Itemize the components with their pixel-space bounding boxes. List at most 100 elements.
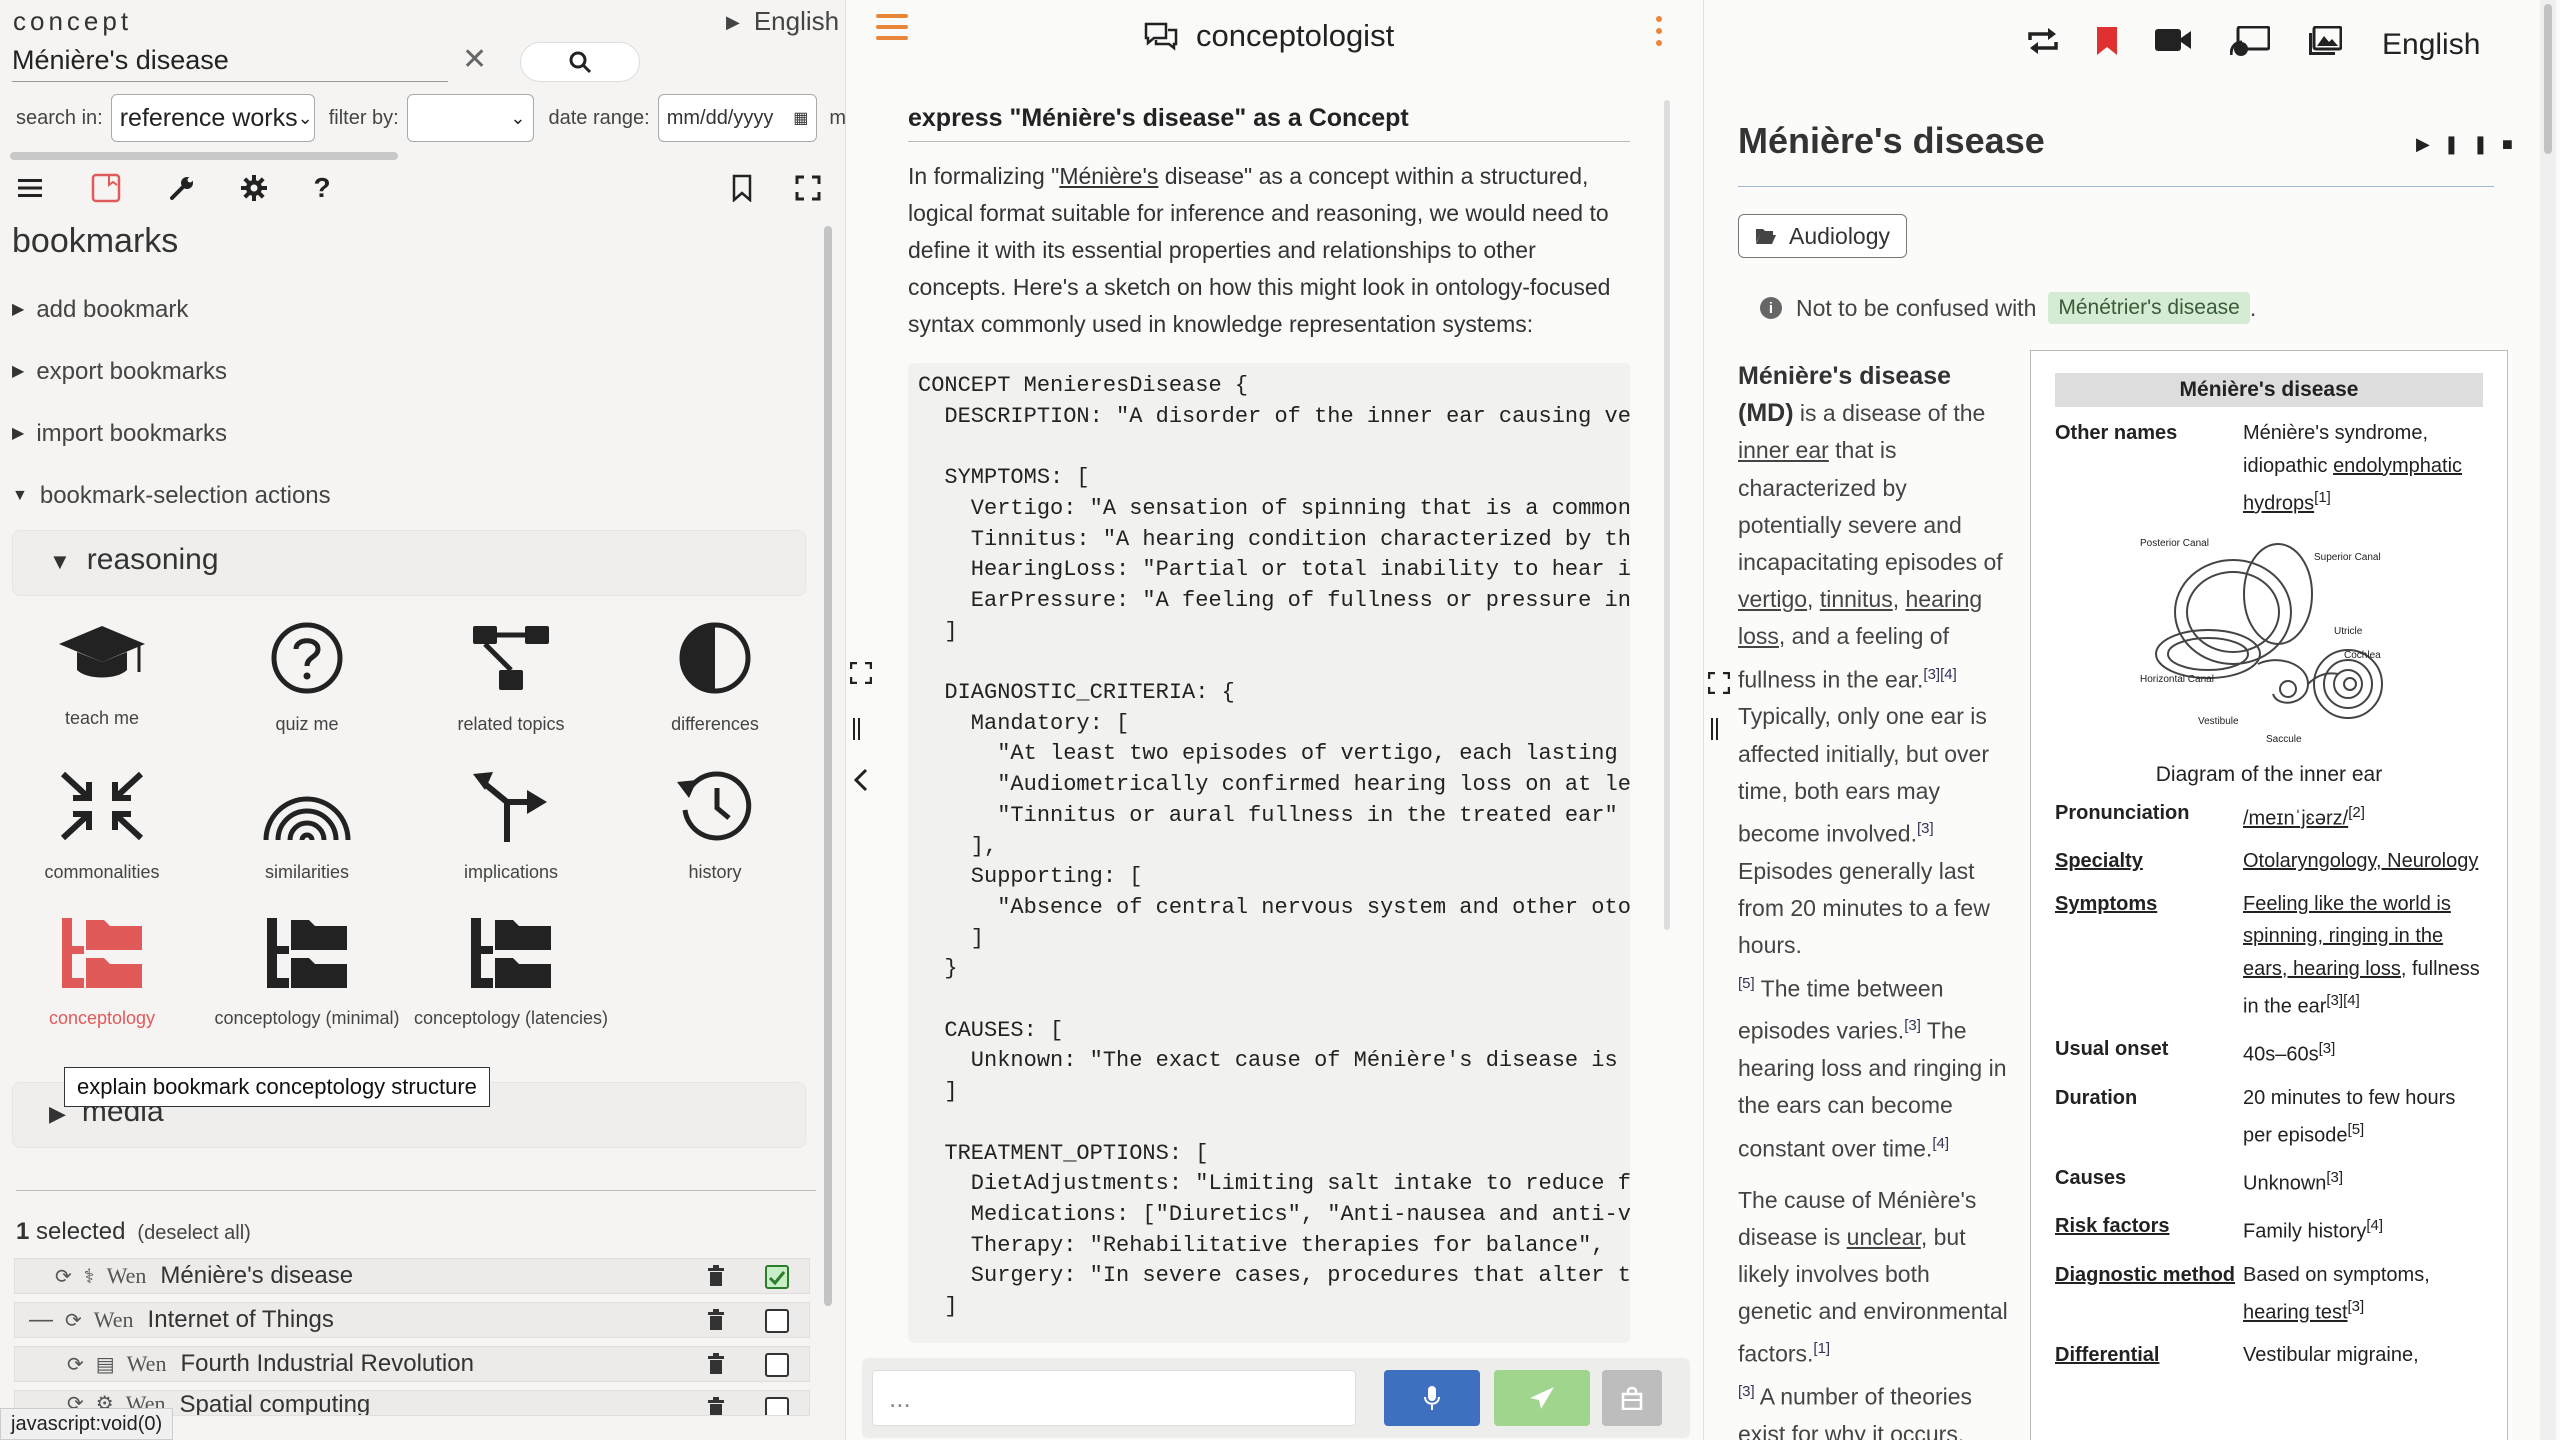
infobox-key[interactable]: Symptoms [2055, 888, 2243, 1024]
menieres-link[interactable]: Ménière's [1059, 163, 1158, 189]
search-field[interactable] [12, 40, 448, 82]
implications-button[interactable]: implications [411, 768, 611, 883]
citation[interactable]: [4] [2366, 1217, 2383, 1234]
differences-button[interactable]: differences [615, 620, 815, 735]
date-to-input[interactable]: m [829, 107, 845, 130]
citation[interactable]: [5] [1738, 975, 1755, 992]
category-tag[interactable]: Audiology [1738, 214, 1908, 258]
gear-icon[interactable] [236, 170, 272, 206]
citation[interactable]: [3] [1904, 1017, 1921, 1034]
kebab-menu-icon[interactable] [1656, 16, 1664, 52]
menetriers-link[interactable]: Ménétrier's disease [2048, 292, 2250, 324]
pause-icon[interactable]: ❚❚ [2444, 134, 2502, 154]
trash-icon[interactable] [707, 1265, 725, 1294]
list-item[interactable]: ⟳ ⚕ Wen Ménière's disease [14, 1258, 810, 1294]
citation[interactable]: [3][4] [2326, 992, 2359, 1009]
citation[interactable]: [3][4] [1923, 666, 1956, 683]
fullscreen-icon[interactable] [790, 170, 826, 206]
import-bookmarks-item[interactable]: ▶ import bookmarks [12, 420, 227, 448]
trash-icon[interactable] [707, 1353, 725, 1382]
citation[interactable]: [2] [2348, 804, 2365, 821]
unclear-link[interactable]: unclear [1847, 1224, 1921, 1250]
related-topics-button[interactable]: related topics [411, 620, 611, 735]
microphone-button[interactable] [1384, 1370, 1480, 1426]
export-bookmarks-item[interactable]: ▶ export bookmarks [12, 358, 227, 386]
citation[interactable]: [1] [1813, 1340, 1830, 1357]
citation[interactable]: [3] [2348, 1298, 2365, 1315]
trash-icon[interactable] [707, 1397, 725, 1415]
reasoning-group-header[interactable]: ▼ reasoning [12, 530, 806, 596]
stop-icon[interactable]: ■ [2502, 134, 2527, 154]
citation[interactable]: [3] [1738, 1383, 1755, 1400]
expand-icon[interactable] [1707, 671, 1731, 701]
conceptology-latencies-button[interactable]: conceptology (latencies) [411, 916, 611, 1029]
select-checkbox[interactable] [765, 1309, 789, 1333]
search-button[interactable] [520, 42, 640, 82]
citation[interactable]: [3] [2326, 1169, 2343, 1186]
vertigo-link[interactable]: vertigo [1738, 586, 1807, 612]
similarities-button[interactable]: similarities [207, 768, 407, 883]
tinnitus-link[interactable]: tinnitus [1820, 586, 1893, 612]
wrench-icon[interactable] [164, 170, 200, 206]
citation[interactable]: [4] [1932, 1135, 1949, 1152]
article-scrollbar[interactable] [2540, 0, 2556, 1440]
language-toggle[interactable]: ▶ English [726, 6, 839, 37]
trash-icon[interactable] [707, 1309, 725, 1338]
infobox-link[interactable]: /meɪnˈjɛərz/ [2243, 808, 2348, 830]
clear-search-icon[interactable]: ✕ [462, 42, 487, 77]
code-text: CONCEPT MenieresDisease { DESCRIPTION: "… [918, 371, 1630, 1323]
drag-handle-icon[interactable] [1710, 718, 1720, 747]
list-item[interactable]: ⟳ ▤ Wen Fourth Industrial Revolution [14, 1346, 810, 1382]
horizontal-scrollbar[interactable] [10, 152, 840, 160]
conceptology-minimal-button[interactable]: conceptology (minimal) [207, 916, 407, 1029]
infobox-key[interactable]: Differential [2055, 1339, 2243, 1372]
help-icon[interactable]: ? [304, 170, 340, 206]
infobox-key[interactable]: Risk factors [2055, 1210, 2243, 1248]
inner-ear-link[interactable]: inner ear [1738, 437, 1829, 463]
bookmark-icon[interactable] [724, 170, 760, 206]
select-checkbox[interactable] [765, 1353, 789, 1377]
play-icon[interactable]: ▶ [2416, 134, 2444, 154]
inner-ear-figure[interactable]: Posterior Canal Superior Canal Utricle H… [2055, 534, 2483, 787]
video-camera-icon[interactable] [2154, 26, 2192, 66]
cycle-icon[interactable] [2026, 26, 2060, 66]
cast-screen-icon[interactable] [2229, 25, 2271, 66]
hamburger-menu-icon[interactable] [876, 14, 908, 47]
citation[interactable]: [1] [2314, 489, 2331, 506]
history-button[interactable]: history [615, 768, 815, 883]
quiz-me-button[interactable]: quiz me [207, 620, 407, 735]
filter-by-select[interactable]: ⌄ [406, 94, 535, 142]
select-checkbox[interactable] [765, 1265, 789, 1289]
send-button[interactable] [1494, 1370, 1590, 1426]
infobox-link[interactable]: Otolaryngology, Neurology [2243, 850, 2478, 872]
select-checkbox[interactable] [765, 1397, 789, 1415]
commonalities-button[interactable]: commonalities [2, 768, 202, 883]
shopping-bag-button[interactable] [1602, 1370, 1662, 1426]
bookmarks-tab-icon[interactable] [88, 170, 124, 206]
article-language[interactable]: English [2382, 28, 2480, 62]
infobox-key[interactable]: Diagnostic method [2055, 1259, 2243, 1330]
teach-me-button[interactable]: teach me [2, 620, 202, 729]
collapse-left-icon[interactable] [853, 768, 868, 799]
bookmark-red-icon[interactable] [2096, 26, 2118, 66]
infobox-link[interactable]: hearing test [2243, 1302, 2348, 1324]
search-in-select[interactable]: reference works ⌄ [110, 94, 315, 142]
infobox-key[interactable]: Specialty [2055, 845, 2243, 878]
citation[interactable]: [3] [2319, 1040, 2336, 1057]
expand-icon[interactable] [849, 661, 873, 691]
left-vertical-scrollbar[interactable] [824, 226, 834, 1386]
menu-icon[interactable] [12, 170, 48, 206]
list-item[interactable]: — ⟳ Wen Internet of Things [14, 1302, 810, 1338]
message-input[interactable]: ... [872, 1370, 1356, 1426]
search-input[interactable] [12, 40, 448, 80]
conceptology-button[interactable]: conceptology [2, 916, 202, 1029]
image-gallery-icon[interactable] [2308, 25, 2343, 66]
drag-handle-icon[interactable] [852, 718, 862, 747]
add-bookmark-item[interactable]: ▶ add bookmark [12, 296, 188, 324]
chat-scrollbar[interactable] [1664, 100, 1670, 930]
date-from-input[interactable]: mm/dd/yyyy ▦ [657, 94, 818, 142]
deselect-all-link[interactable]: (deselect all) [137, 1222, 250, 1244]
citation[interactable]: [5] [2348, 1121, 2365, 1138]
citation[interactable]: [3] [1917, 820, 1934, 837]
bookmark-selection-actions-item[interactable]: ▼ bookmark-selection actions [12, 482, 331, 510]
